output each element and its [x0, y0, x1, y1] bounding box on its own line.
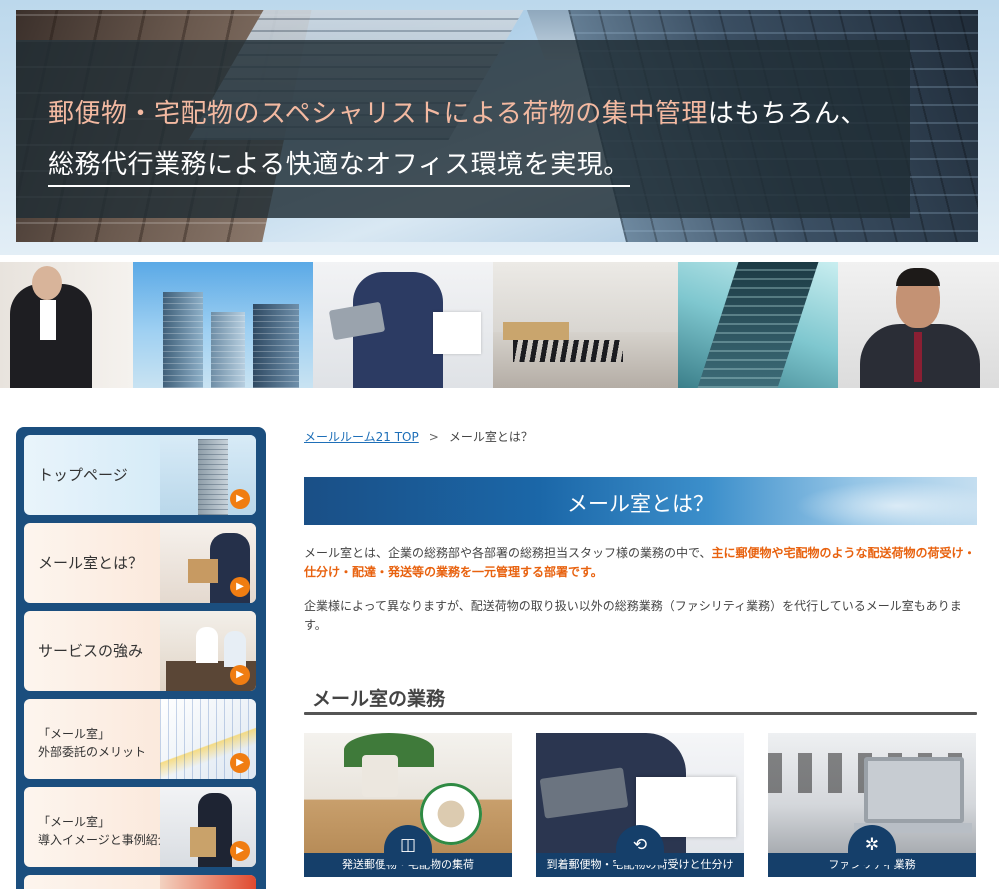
intro-paragraph: メール室とは、企業の総務部や各部署の総務担当スタッフ様の業務の中で、主に郵便物や…: [304, 544, 977, 582]
section-heading: メール室の業務: [312, 688, 446, 710]
sidebar-nav: トップページ ▶ メール室とは？ ▶ サービスの強み ▶ 「メール室」 外部委託…: [16, 427, 266, 889]
sort-arrows-icon: ⟲: [616, 825, 664, 865]
sidebar-item-strengths[interactable]: サービスの強み ▶: [24, 611, 256, 691]
sidebar-item-label-line2: 導入イメージと事例紹介: [38, 833, 170, 847]
strip-photo-desk-supplies: [493, 262, 678, 388]
sidebar-item-top-page[interactable]: トップページ ▶: [24, 435, 256, 515]
intro-text: メール室とは、企業の総務部や各部署の総務担当スタッフ様の業務の中で、: [304, 546, 712, 560]
hero-headline-line1: 郵便物・宅配物のスペシャリストによる荷物の集中管理はもちろん、: [48, 93, 867, 130]
sidebar-item-label-line1: 「メール室」: [38, 815, 111, 829]
breadcrumb-home-link[interactable]: メールルーム21 TOP: [304, 430, 419, 444]
hero-headline-rest: はもちろん、: [707, 99, 867, 129]
sidebar-item-what-is-mailroom[interactable]: メール室とは？ ▶: [24, 523, 256, 603]
strip-photo-businessman-phone: [838, 262, 999, 388]
gear-icon: ✲: [848, 825, 896, 865]
arrow-right-icon: ▶: [230, 489, 250, 509]
arrow-right-icon: ▶: [230, 665, 250, 685]
service-cards: 発送郵便物・宅配物の集荷 ◫ 到着郵便物・宅配物の荷受けと仕分け ⟲ ファシリテ…: [304, 733, 977, 877]
service-card-pickup[interactable]: 発送郵便物・宅配物の集荷 ◫: [304, 733, 512, 877]
service-card-receiving[interactable]: 到着郵便物・宅配物の荷受けと仕分け ⟲: [536, 733, 744, 877]
breadcrumb-separator: >: [428, 430, 439, 444]
hero-headline-emphasis: 郵便物・宅配物のスペシャリストによる荷物の集中管理: [48, 99, 708, 129]
arrow-right-icon: ▶: [230, 577, 250, 597]
breadcrumb-current: メール室とは？: [448, 430, 533, 444]
strip-photo-escalator: [678, 262, 838, 388]
strip-photo-office-towers: [133, 262, 313, 388]
breadcrumb: メールルーム21 TOP > メール室とは？: [304, 428, 533, 445]
secondary-paragraph: 企業様によって異なりますが、配送荷物の取り扱い以外の総務業務（ファシリティ業務）…: [304, 599, 962, 632]
sidebar-item-label: サービスの強み: [38, 642, 144, 660]
page-title-band: メール室とは？: [304, 477, 977, 525]
partial-photo: [160, 875, 256, 889]
sidebar-item-outsourcing-merits[interactable]: 「メール室」 外部委託のメリット ▶: [24, 699, 256, 779]
box-icon: ◫: [384, 825, 432, 865]
hero-banner: 郵便物・宅配物のスペシャリストによる荷物の集中管理はもちろん、 総務代行業務によ…: [0, 0, 999, 255]
hero-headline-line2: 総務代行業務による快適なオフィス環境を実現。: [48, 144, 630, 187]
arrow-right-icon: ▶: [230, 841, 250, 861]
sidebar-item-label: トップページ: [38, 466, 128, 484]
section-divider: [304, 712, 977, 715]
strip-photo-businesswoman: [0, 262, 133, 388]
sidebar-item-label-line2: 外部委託のメリット: [38, 745, 147, 759]
photo-strip: [0, 262, 999, 388]
arrow-right-icon: ▶: [230, 753, 250, 773]
sidebar-item-label-line1: 「メール室」: [38, 727, 111, 741]
strip-photo-delivery-staff: [313, 262, 493, 388]
sidebar-item-partial[interactable]: [24, 875, 256, 889]
sidebar-item-case-studies[interactable]: 「メール室」 導入イメージと事例紹介 ▶: [24, 787, 256, 867]
page-title: メール室とは？: [567, 492, 714, 516]
sidebar-item-label: メール室とは？: [38, 554, 144, 572]
service-card-facility[interactable]: ファシリティ業務 ✲: [768, 733, 976, 877]
